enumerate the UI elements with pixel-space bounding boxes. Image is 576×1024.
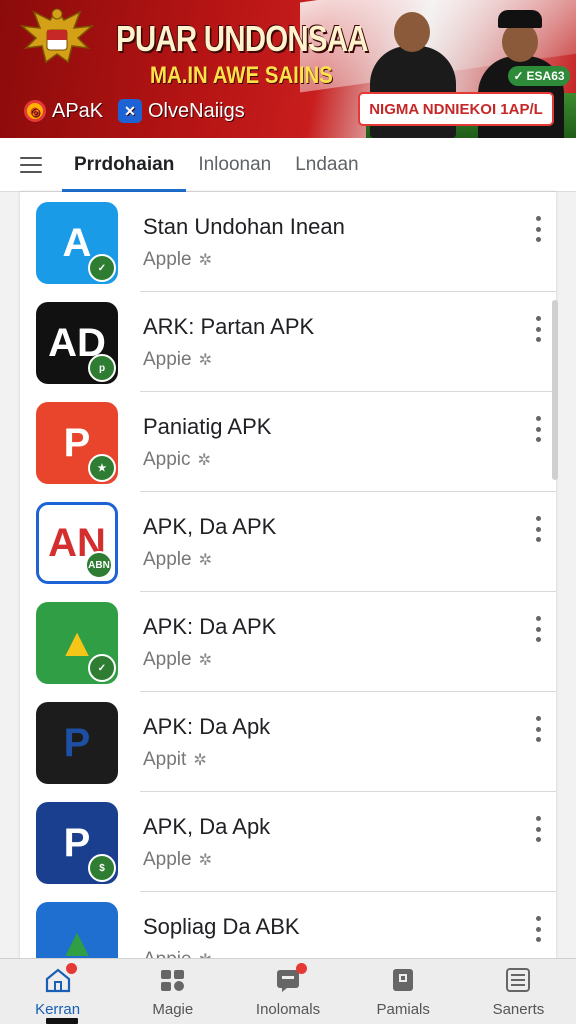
more-options-icon[interactable] [532, 514, 544, 544]
app-publisher: Appic ✲ [143, 449, 211, 470]
sparkle-icon: ✲ [198, 652, 213, 669]
more-options-icon[interactable] [532, 314, 544, 344]
more-options-icon[interactable] [532, 414, 544, 444]
list-item[interactable]: P $ APK, Da Apk Apple ✲ [20, 792, 556, 892]
nav-label: Sanerts [492, 1001, 545, 1018]
more-options-icon[interactable] [532, 214, 544, 244]
sparkle-icon: ✲ [198, 352, 213, 369]
app-badge: $ [88, 854, 116, 882]
sparkle-icon: ✲ [198, 852, 213, 869]
x-app-icon: ✕ [118, 99, 142, 123]
app-badge: ✓ [88, 254, 116, 282]
more-options-icon[interactable] [532, 614, 544, 644]
banner-title: PUAR UNDONSAA [116, 18, 369, 59]
garuda-emblem-icon [19, 8, 95, 64]
library-icon [388, 967, 418, 993]
banner-link-olvenaiigs[interactable]: ✕ OlveNaiigs [118, 97, 245, 125]
app-publisher: Appit ✲ [143, 749, 207, 770]
home-indicator [46, 1018, 78, 1024]
bottom-nav: Kerran Magie Inolomals Pamials Sanerts [0, 958, 576, 1024]
app-title: Stan Undohan Inean [143, 214, 345, 239]
tab-bar: Prrdohaian Inloonan Lndaan [0, 138, 576, 192]
notifications-icon [273, 963, 307, 993]
app-icon: AD p [36, 302, 118, 384]
check-icon: ✓ [513, 69, 524, 83]
app-glyph: P [63, 720, 91, 765]
app-publisher: Apple ✲ [143, 549, 213, 570]
nav-label: Pamials [376, 1001, 430, 1018]
app-publisher: Apple ✲ [143, 849, 213, 870]
app-icon: ▲ ✓ [36, 602, 118, 684]
app-publisher: Apple ✲ [143, 249, 213, 270]
banner-badge: ✓ ESA63 [508, 66, 570, 86]
app-icon: A ✓ [36, 202, 118, 284]
more-options-icon[interactable] [532, 714, 544, 744]
app-icon: P ★ [36, 402, 118, 484]
nav-label: Inolomals [255, 1001, 321, 1018]
target-app-icon: ◎ [24, 100, 46, 122]
app-icon: P $ [36, 802, 118, 884]
scrollbar[interactable] [552, 300, 558, 480]
banner-link-label: APaK [52, 99, 104, 122]
app-glyph: ▲ [57, 920, 97, 959]
app-title: ARK: Partan APK [143, 314, 315, 339]
app-icon: AN ABN [36, 502, 118, 584]
nav-item-pamials[interactable]: Pamials [346, 959, 461, 1024]
banner-subtitle: MA.IN AWE SAIINS [150, 62, 333, 89]
sparkle-icon: ✲ [193, 752, 207, 769]
nav-label: Magie [152, 1001, 194, 1018]
nav-item-sanerts[interactable]: Sanerts [461, 959, 576, 1024]
app-badge: ✓ [88, 654, 116, 682]
list-item[interactable]: AN ABN APK, Da APK Apple ✲ [20, 492, 556, 592]
app-title: APK, Da APK [143, 514, 277, 539]
nav-item-kerran[interactable]: Kerran [0, 959, 115, 1024]
promo-banner[interactable]: PUAR UNDONSAA MA.IN AWE SAIINS ✓ ESA63 ◎… [0, 0, 576, 138]
more-options-icon[interactable] [532, 914, 544, 944]
list-item[interactable]: A ✓ Stan Undohan Inean Apple ✲ [20, 192, 556, 292]
app-icon: P [36, 702, 118, 784]
app-title: APK: Da Apk [143, 714, 271, 739]
list-item[interactable]: ▲ ✓ APK: Da APK Apple ✲ [20, 592, 556, 692]
app-list: A ✓ Stan Undohan Inean Apple ✲ AD p ARK: … [20, 192, 556, 958]
list-item[interactable]: P ★ Paniatig APK Appic ✲ [20, 392, 556, 492]
app-title: Sopliag Da ABK [143, 914, 300, 939]
banner-link-apak[interactable]: ◎ APaK [24, 97, 103, 125]
sparkle-icon: ✲ [198, 552, 213, 569]
app-publisher: Appie✲ [143, 349, 213, 370]
sparkle-icon: ✲ [197, 452, 211, 469]
list-item[interactable]: AD p ARK: Partan APK Appie ✲ [20, 292, 556, 392]
app-title: Paniatig APK [143, 414, 272, 439]
nav-item-inolomals[interactable]: Inolomals [230, 959, 345, 1024]
nav-label: Kerran [35, 1001, 81, 1018]
app-publisher: Apple ✲ [143, 649, 213, 670]
app-badge: ★ [88, 454, 116, 482]
hamburger-menu-icon[interactable] [0, 138, 62, 192]
app-icon: ▲ [36, 902, 118, 958]
apps-icon [158, 967, 188, 993]
more-options-icon[interactable] [532, 814, 544, 844]
app-badge: ABN [85, 551, 113, 579]
banner-link-label: OlveNaiigs [148, 99, 245, 122]
tab-inloonan[interactable]: Inloonan [186, 138, 283, 192]
banner-cta-button[interactable]: NIGMA NDNIEKOI 1AP/L [358, 92, 554, 126]
app-title: APK: Da APK [143, 614, 277, 639]
tab-lndaan[interactable]: Lndaan [283, 138, 370, 192]
list-item[interactable]: ▲ Sopliag Da ABK Appie✲ [20, 892, 556, 958]
nav-item-magie[interactable]: Magie [115, 959, 230, 1024]
app-badge: p [88, 354, 116, 382]
app-publisher: Appie✲ [143, 949, 212, 958]
app-title: APK, Da Apk [143, 814, 271, 839]
sparkle-icon: ✲ [198, 252, 213, 269]
menu-list-icon [503, 967, 533, 993]
tab-prrdohaian[interactable]: Prrdohaian [62, 138, 187, 192]
home-icon [43, 963, 77, 993]
list-item[interactable]: P APK: Da Apk Appit ✲ [20, 692, 556, 792]
